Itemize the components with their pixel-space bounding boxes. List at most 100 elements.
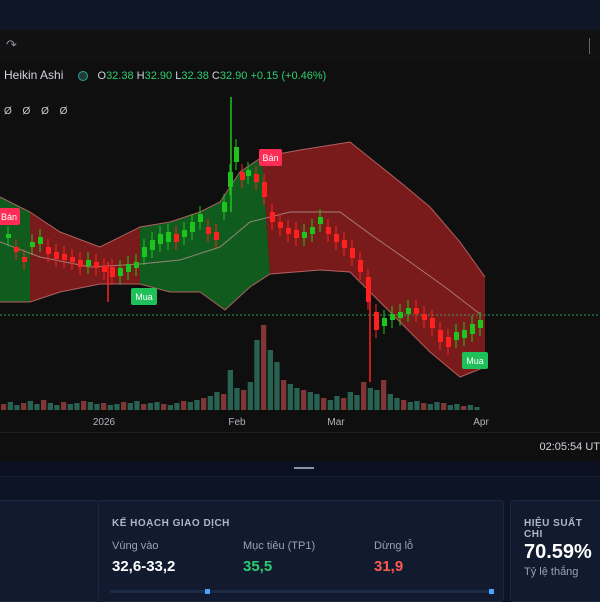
band-bear-segment — [30, 212, 140, 302]
volume-bar — [401, 400, 407, 410]
entry-marker — [205, 589, 210, 594]
volume-bar — [81, 401, 87, 410]
volume-bar — [294, 388, 300, 410]
buy-signal-badge-text: Mua — [466, 356, 484, 366]
candle-body — [462, 330, 467, 338]
candle-body — [214, 232, 219, 240]
volume-bar — [107, 405, 113, 410]
volume-bar — [54, 405, 60, 410]
candle-body — [240, 172, 245, 180]
volume-bar — [234, 388, 240, 410]
high-value: 32.90 — [144, 70, 173, 82]
candle-body — [470, 324, 475, 334]
volume-bar — [121, 402, 127, 410]
volume-bar — [141, 404, 147, 410]
candle-body — [86, 260, 91, 266]
volume-bar — [114, 404, 120, 410]
entry-value: 32,6-33,2 — [112, 558, 176, 575]
redo-icon[interactable]: ↷ — [6, 37, 17, 53]
panel-divider[interactable] — [0, 461, 600, 475]
candle-body — [438, 330, 443, 342]
candle-body — [206, 227, 211, 234]
high-key: H — [136, 70, 145, 82]
indicator-row[interactable]: Ø Ø Ø Ø — [4, 106, 71, 117]
chart-toolbar: ↷ — [0, 30, 600, 63]
candle-body — [374, 312, 379, 330]
candle-body — [46, 247, 51, 254]
x-label-apr: Apr — [473, 417, 489, 428]
candle-body — [326, 227, 331, 234]
candle-body — [398, 312, 403, 318]
volume-bar — [207, 396, 213, 410]
sell-signal-badge-text: Bán — [1, 212, 17, 222]
volume-bar — [34, 404, 40, 410]
candle-body — [334, 234, 339, 242]
volume-bar — [247, 382, 253, 410]
volume-bar — [447, 405, 453, 410]
price-chart[interactable]: Bán Bán Mua Mua — [0, 62, 600, 432]
candle-body — [234, 147, 239, 162]
x-label-mar: Mar — [327, 417, 345, 428]
volume-bar — [101, 403, 107, 410]
candle-body — [174, 234, 179, 242]
volume-bar — [87, 402, 93, 410]
candle-body — [382, 318, 387, 326]
candle-body — [142, 247, 147, 257]
close-key: C — [211, 70, 220, 82]
change-value: +0.15 (+0.46%) — [250, 70, 327, 82]
volume-bar — [74, 403, 80, 410]
candle-body — [446, 337, 451, 347]
candle-body — [318, 217, 323, 224]
volume-bar — [187, 402, 193, 410]
candle-body — [358, 260, 363, 272]
candle-body — [350, 248, 355, 258]
volume-bar — [361, 382, 367, 410]
resize-handle-icon[interactable] — [294, 467, 314, 469]
candle-body — [270, 212, 275, 222]
volume-bar — [347, 392, 353, 410]
volume-bar — [301, 390, 307, 410]
volume-bar — [441, 403, 447, 410]
clock: 02:05:54 UT — [539, 441, 600, 453]
sell-signal-badge-text: Bán — [262, 153, 278, 163]
volume-bar — [7, 402, 13, 410]
candle-body — [30, 242, 35, 247]
volume-bar — [274, 362, 280, 410]
volume-bar — [307, 392, 313, 410]
volume-bar — [467, 405, 473, 410]
candle-body — [102, 266, 107, 272]
open-value: 32.38 — [106, 70, 134, 82]
candle-body — [222, 202, 227, 212]
volume-bar — [334, 396, 340, 410]
volume-bar — [314, 394, 320, 410]
volume-bar — [327, 400, 333, 410]
buy-signal-badge-text: Mua — [135, 292, 153, 302]
volume-bar — [474, 407, 480, 410]
volume-bar — [281, 380, 287, 410]
candle-body — [126, 264, 131, 272]
volume-bar — [407, 402, 413, 410]
volume-bar — [421, 403, 427, 410]
series-name: Heikin Ashi — [4, 68, 64, 82]
candle-body — [262, 182, 267, 197]
candle-body — [454, 332, 459, 340]
volume-bar — [387, 394, 393, 410]
win-rate-value: 70.59% — [524, 541, 592, 563]
visibility-dot-icon[interactable] — [78, 71, 89, 82]
volume-bar — [267, 350, 273, 410]
volume-bar — [261, 325, 267, 410]
volume-bar — [374, 390, 380, 410]
candle-body — [366, 277, 371, 302]
price-range-bar — [110, 589, 494, 594]
volume-bar — [1, 404, 7, 410]
candle-body — [14, 247, 19, 252]
candle-body — [6, 234, 11, 238]
x-label-feb: Feb — [228, 417, 246, 428]
candle-body — [278, 222, 283, 228]
candle-body — [406, 308, 411, 314]
candle-body — [302, 232, 307, 238]
candle-body — [286, 228, 291, 234]
volume-bar — [21, 403, 27, 410]
candle-body — [54, 252, 59, 259]
volume-bar — [381, 380, 387, 410]
